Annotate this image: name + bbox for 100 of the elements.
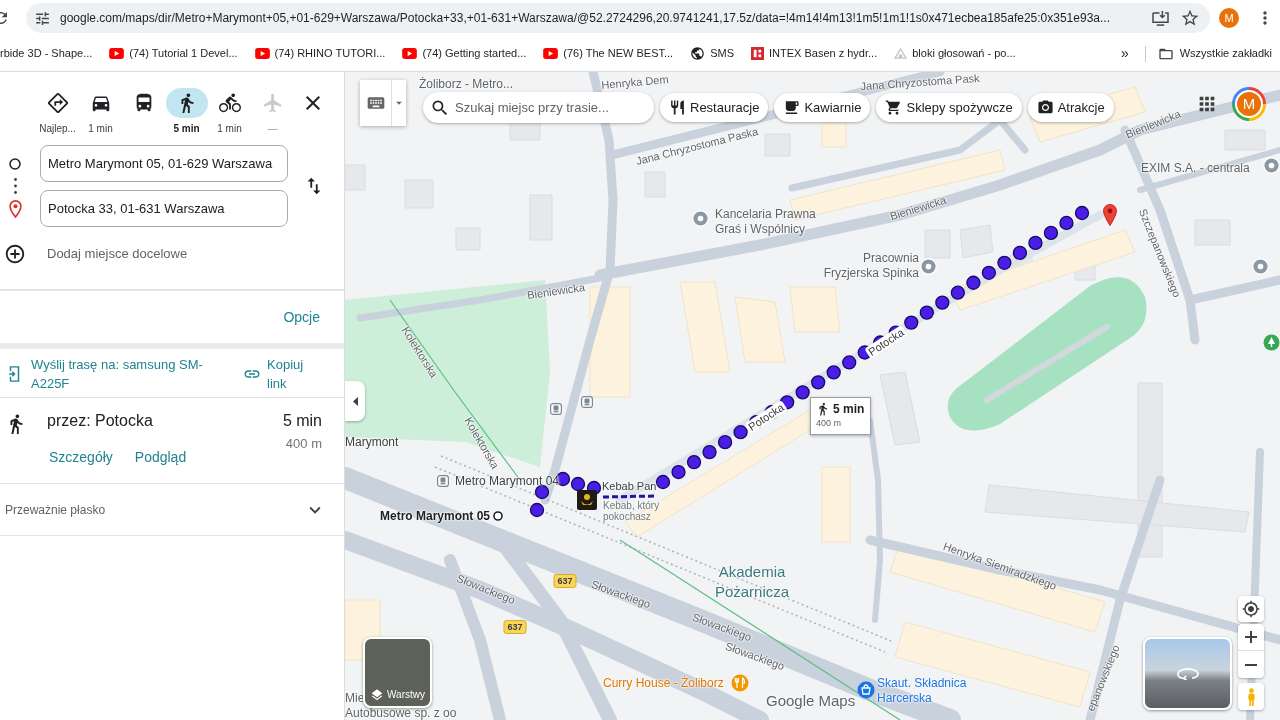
bookmark[interactable]: INTEX Basen z hydr... <box>751 45 878 62</box>
camera-icon <box>1036 99 1054 116</box>
map-logo: Google Maps <box>766 692 856 710</box>
site-favicon-icon <box>894 48 908 60</box>
route-dot <box>529 502 545 518</box>
add-destination-button[interactable]: Dodaj miejsce docelowe <box>0 236 344 272</box>
bicycle-icon <box>218 92 241 114</box>
building <box>1224 129 1266 151</box>
vertical-dots-icon <box>13 178 17 194</box>
bookmark[interactable]: (74) RHINO TUTORI... <box>254 45 386 62</box>
place-marker-icon[interactable] <box>692 210 709 227</box>
route-info-callout[interactable]: 5 min 400 m <box>810 397 871 435</box>
rotate-arrow-icon <box>1176 667 1199 680</box>
street-name: Bieniewicka <box>526 281 586 301</box>
destination-field[interactable]: Potocka 33, 01-631 Warszawa <box>40 190 288 227</box>
video-play-icon <box>109 48 125 60</box>
station-name: Metro Marymont 05 <box>380 509 491 523</box>
route-dot <box>1043 225 1059 241</box>
route-dot <box>570 476 586 492</box>
place-name: Autobusowe sp. z oo <box>345 706 457 720</box>
bookmark[interactable]: rbide 3D - Shape... <box>0 45 93 62</box>
preview-link[interactable]: Podgląd <box>134 448 187 466</box>
options-link[interactable]: Opcje <box>283 306 320 328</box>
origin-circle-icon <box>9 157 21 170</box>
route-duration: 5 min <box>833 401 865 417</box>
collapse-panel-button[interactable] <box>345 381 365 421</box>
area-name: Akademia Pożarnicza <box>713 562 791 602</box>
route-dot <box>795 385 810 400</box>
place-name: Skaut. Składnica Harcerska <box>877 676 968 706</box>
bookmark[interactable]: bloki głosowań - po... <box>894 45 1016 62</box>
bookmark[interactable]: (74) Tutorial 1 Devel... <box>109 45 238 62</box>
more-bookmarks-button[interactable]: » <box>1116 43 1133 65</box>
place-marker-icon[interactable] <box>920 258 937 275</box>
shop-marker-icon[interactable] <box>857 681 875 699</box>
station-name: Marymont <box>345 435 399 449</box>
route-distance: 400 m <box>816 417 842 429</box>
site-favicon-icon <box>751 47 764 61</box>
cart-icon <box>885 99 903 116</box>
bus-stop-icon[interactable] <box>581 396 593 408</box>
bus-stop-icon[interactable] <box>550 403 562 415</box>
bookmark[interactable]: (74) Getting started... <box>402 45 527 62</box>
route-dot <box>919 305 934 320</box>
elevation-row[interactable]: Przeważnie płasko <box>0 484 344 536</box>
cafes-chip[interactable]: Kawiarnie <box>774 93 871 122</box>
sliders-icon[interactable] <box>34 9 51 27</box>
route-dot <box>826 365 841 380</box>
route-dot <box>733 425 748 440</box>
street-name: Henryka Dem <box>601 73 669 91</box>
tree-marker-icon[interactable] <box>1263 334 1280 351</box>
attractions-chip[interactable]: Atrakcje <box>1027 93 1114 122</box>
origin-circle-icon <box>493 511 503 521</box>
road-number-shield: 637 <box>553 574 577 588</box>
my-location-button[interactable] <box>1238 596 1264 622</box>
driving-tab[interactable]: 1 min <box>79 88 122 136</box>
destination-pin-icon <box>1103 204 1117 226</box>
address-bar[interactable]: google.com/maps/dir/Metro+Marymont+05,+01-629+Warszawa/Potocka+33,+01-631+Warszawa/@52.2724296,20.9741241,17.5z/data=!4m14!4m13!1m5!1m1!1s0x471ecbea185afe25:0x351e93a... <box>26 3 1210 34</box>
route-dot <box>1028 235 1043 251</box>
place-marker-icon[interactable] <box>1263 157 1280 174</box>
route-via: przez: Potocka <box>47 411 154 431</box>
input-tools-button[interactable] <box>360 80 406 126</box>
video-play-icon <box>254 48 270 60</box>
station-name: Metro Marymont 04 <box>455 474 560 488</box>
building <box>734 296 786 363</box>
layers-button[interactable]: Warstwy <box>363 637 432 708</box>
place-name: Curry House - Żoliborz <box>603 676 724 690</box>
all-bookmarks-button[interactable]: Wszystkie zakładki <box>1157 45 1272 62</box>
search-field[interactable]: Szukaj miejsc przy trasie... <box>423 92 654 123</box>
route-distance: 400 m <box>285 435 322 453</box>
route-dot <box>966 275 981 290</box>
place-name: Żoliborz - Metro... <box>419 76 513 92</box>
send-route-link[interactable]: Wyślij trasę na: samsung SM-A225F <box>0 355 213 393</box>
install-app-icon[interactable] <box>1152 10 1169 26</box>
place-name: Mie <box>345 691 365 706</box>
bookmark[interactable]: (76) The NEW BEST... <box>543 45 674 62</box>
copy-link-button[interactable]: Kopiuj link <box>243 355 313 393</box>
origin-field[interactable]: Metro Marymont 05, 01-629 Warszawa <box>40 145 288 182</box>
groceries-chip[interactable]: Sklepy spożywcze <box>876 93 1022 122</box>
fork-knife-icon <box>669 99 686 116</box>
bookmark[interactable]: SMS <box>690 45 734 62</box>
train-station-icon[interactable] <box>437 475 449 487</box>
street-view-button[interactable] <box>1143 637 1232 710</box>
details-link[interactable]: Szczegóły <box>49 448 113 466</box>
restaurant-marker-icon[interactable] <box>731 674 749 692</box>
route-dot <box>904 315 919 330</box>
cycling-tab[interactable]: 1 min <box>208 88 251 136</box>
minus-icon <box>1245 663 1257 666</box>
person-figure-icon <box>1246 687 1256 706</box>
place-name: Kebab Pan <box>602 480 657 493</box>
airplane-icon <box>261 92 284 114</box>
route-dot <box>981 265 997 280</box>
restaurants-chip[interactable]: Restauracje <box>660 93 769 122</box>
place-name: Pracownia Fryzjerska Spinka <box>822 251 919 281</box>
video-play-icon <box>543 48 559 60</box>
road-number-shield: 637 <box>503 620 527 634</box>
best-route-tab[interactable]: Najlep... <box>36 88 79 136</box>
food-logo-icon[interactable] <box>577 490 597 510</box>
video-play-icon <box>402 48 418 60</box>
place-marker-icon[interactable] <box>1252 258 1269 275</box>
building <box>789 286 841 333</box>
place-name: Kancelaria Prawna Graś i Wspólnicy <box>715 207 817 237</box>
